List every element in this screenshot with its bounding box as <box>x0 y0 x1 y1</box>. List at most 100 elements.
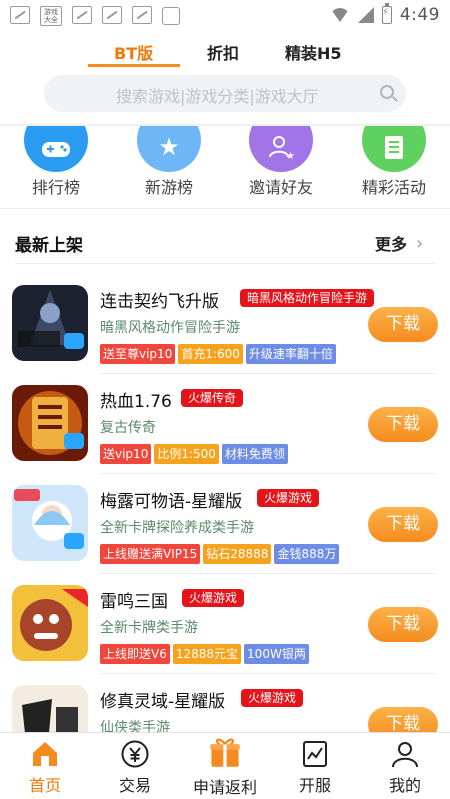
active-tab-indicator <box>88 64 180 67</box>
quick-nav-ranking[interactable]: 排行榜 <box>6 126 106 208</box>
tag: 上线即送V6 <box>100 644 170 664</box>
game-list-item[interactable]: 连击契约飞升版 暗黑风格动作冒险手游 暗黑风格动作冒险手游 送至尊vip10 首… <box>0 270 450 374</box>
tag: 12888元宝 <box>172 644 242 664</box>
chart-icon[interactable] <box>300 739 330 769</box>
nav-label[interactable]: 开服 <box>270 772 360 796</box>
game-name[interactable]: 连击契约飞升版 <box>100 287 219 312</box>
game-list-item[interactable]: 热血1.76 火爆传奇 复古传奇 送vip10 比例1:500 材料免费领 下载 <box>0 370 450 474</box>
invite-user-icon[interactable]: ★ <box>249 126 313 172</box>
yen-icon[interactable] <box>120 739 150 769</box>
tag-list: 上线即送V6 12888元宝 100W银两 <box>100 644 309 664</box>
download-button[interactable]: 下载 <box>368 507 438 542</box>
download-button[interactable]: 下载 <box>368 607 438 642</box>
game-list: 连击契约飞升版 暗黑风格动作冒险手游 暗黑风格动作冒险手游 送至尊vip10 首… <box>0 270 450 732</box>
app-notification-icon: 游戏大全 <box>40 6 62 26</box>
nav-label[interactable]: 我的 <box>360 772 450 796</box>
game-name[interactable]: 修真灵域-星耀版 <box>100 687 225 712</box>
tag: 首充1:600 <box>178 344 243 364</box>
nav-trade[interactable]: 交易 <box>90 733 180 799</box>
game-description: 全新卡牌类手游 <box>100 620 198 636</box>
search-placeholder[interactable]: 搜索游戏|游戏分类|游戏大厅 <box>116 83 319 107</box>
gift-icon[interactable] <box>208 735 242 769</box>
notification-icon <box>72 6 92 24</box>
game-badge: 火爆游戏 <box>257 489 320 507</box>
tab-bt[interactable]: BT版 <box>114 40 153 64</box>
notification-icons: 游戏大全 <box>10 6 180 26</box>
wifi-icon <box>329 8 350 22</box>
tag-list: 送vip10 比例1:500 材料免费领 <box>100 444 288 464</box>
quick-nav-label[interactable]: 精彩活动 <box>344 174 444 198</box>
clock: 4:49 <box>399 5 440 25</box>
tag: 钻石28888 <box>203 544 272 564</box>
game-description: 暗黑风格动作冒险手游 <box>100 320 240 336</box>
top-tab-bar: BT版 折扣 精装H5 <box>0 36 450 70</box>
quick-nav-label[interactable]: 新游榜 <box>119 174 219 198</box>
game-list-item[interactable]: 修真灵域-星耀版 火爆游戏 仙侠类手游 下载 <box>0 670 450 732</box>
search-bar[interactable]: 搜索游戏|游戏分类|游戏大厅 <box>44 75 406 112</box>
signal-icon <box>357 7 374 23</box>
bottom-nav: 首页 交易 申请返利 开服 我的 <box>0 732 450 799</box>
shopping-bag-icon <box>162 7 180 25</box>
game-list-item[interactable]: 梅露可物语-星耀版 火爆游戏 全新卡牌探险养成类手游 上线赠送满VIP15 钻石… <box>0 470 450 574</box>
quick-nav-new-games[interactable]: ★ 新游榜 <box>119 126 219 208</box>
user-icon[interactable] <box>390 739 420 769</box>
game-badge: 火爆游戏 <box>182 589 245 607</box>
game-icon[interactable] <box>12 485 88 561</box>
nav-home[interactable]: 首页 <box>0 733 90 799</box>
system-indicators: 4:49 <box>329 3 440 25</box>
game-icon[interactable] <box>12 585 88 661</box>
tag: 送vip10 <box>100 444 152 464</box>
tag: 金钱888万 <box>274 544 340 564</box>
quick-nav-label[interactable]: 排行榜 <box>6 174 106 198</box>
divider <box>0 208 450 209</box>
tab-discount[interactable]: 折扣 <box>207 40 239 64</box>
game-badge: 暗黑风格动作冒险手游 <box>240 289 375 307</box>
document-icon[interactable] <box>362 126 426 172</box>
notification-icon <box>102 6 122 24</box>
game-name[interactable]: 雷鸣三国 <box>100 587 168 612</box>
star-icon[interactable]: ★ <box>137 126 201 172</box>
game-badge: 火爆传奇 <box>181 389 244 407</box>
tag-list: 上线赠送满VIP15 钻石28888 金钱888万 <box>100 544 340 564</box>
nav-profile[interactable]: 我的 <box>360 733 450 799</box>
tag: 100W银两 <box>244 644 309 664</box>
tag: 比例1:500 <box>154 444 219 464</box>
download-button[interactable]: 下载 <box>368 707 438 732</box>
download-button[interactable]: 下载 <box>368 407 438 442</box>
gamepad-icon[interactable] <box>24 126 88 172</box>
divider <box>15 263 435 264</box>
game-name[interactable]: 热血1.76 <box>100 387 172 412</box>
quick-nav-events[interactable]: 精彩活动 <box>344 126 444 208</box>
game-badge: 火爆游戏 <box>241 689 304 707</box>
tab-h5[interactable]: 精装H5 <box>285 40 342 64</box>
tag: 上线赠送满VIP15 <box>100 544 201 564</box>
quick-nav: 排行榜 ★ 新游榜 ★ 邀请好友 精彩活动 <box>0 126 450 208</box>
quick-nav-invite[interactable]: ★ 邀请好友 <box>231 126 331 208</box>
nav-server[interactable]: 开服 <box>270 733 360 799</box>
nav-label[interactable]: 首页 <box>0 772 90 796</box>
tag: 送至尊vip10 <box>100 344 176 364</box>
game-description: 仙侠类手游 <box>100 720 170 732</box>
game-name[interactable]: 梅露可物语-星耀版 <box>100 487 242 512</box>
game-list-item[interactable]: 雷鸣三国 火爆游戏 全新卡牌类手游 上线即送V6 12888元宝 100W银两 … <box>0 570 450 674</box>
quick-nav-label[interactable]: 邀请好友 <box>231 174 331 198</box>
game-icon[interactable] <box>12 285 88 361</box>
game-icon[interactable] <box>12 685 88 732</box>
nav-label[interactable]: 申请返利 <box>180 774 270 798</box>
home-icon[interactable] <box>30 739 60 769</box>
more-link[interactable]: 更多 <box>375 231 407 255</box>
nav-label[interactable]: 交易 <box>90 772 180 796</box>
game-icon[interactable] <box>12 385 88 461</box>
svg-text:★: ★ <box>286 151 295 161</box>
nav-rebate[interactable]: 申请返利 <box>180 733 270 799</box>
notification-icon <box>132 6 152 24</box>
download-button[interactable]: 下载 <box>368 307 438 342</box>
notification-icon <box>10 6 30 24</box>
chevron-right-icon[interactable]: › <box>416 233 423 254</box>
search-icon[interactable] <box>380 85 394 99</box>
tag: 材料免费领 <box>221 444 288 464</box>
tag-list: 送至尊vip10 首充1:600 升级速率翻十倍 <box>100 344 336 364</box>
game-description: 全新卡牌探险养成类手游 <box>100 520 254 536</box>
status-bar: 游戏大全 4:49 <box>0 0 450 32</box>
game-description: 复古传奇 <box>100 420 156 436</box>
